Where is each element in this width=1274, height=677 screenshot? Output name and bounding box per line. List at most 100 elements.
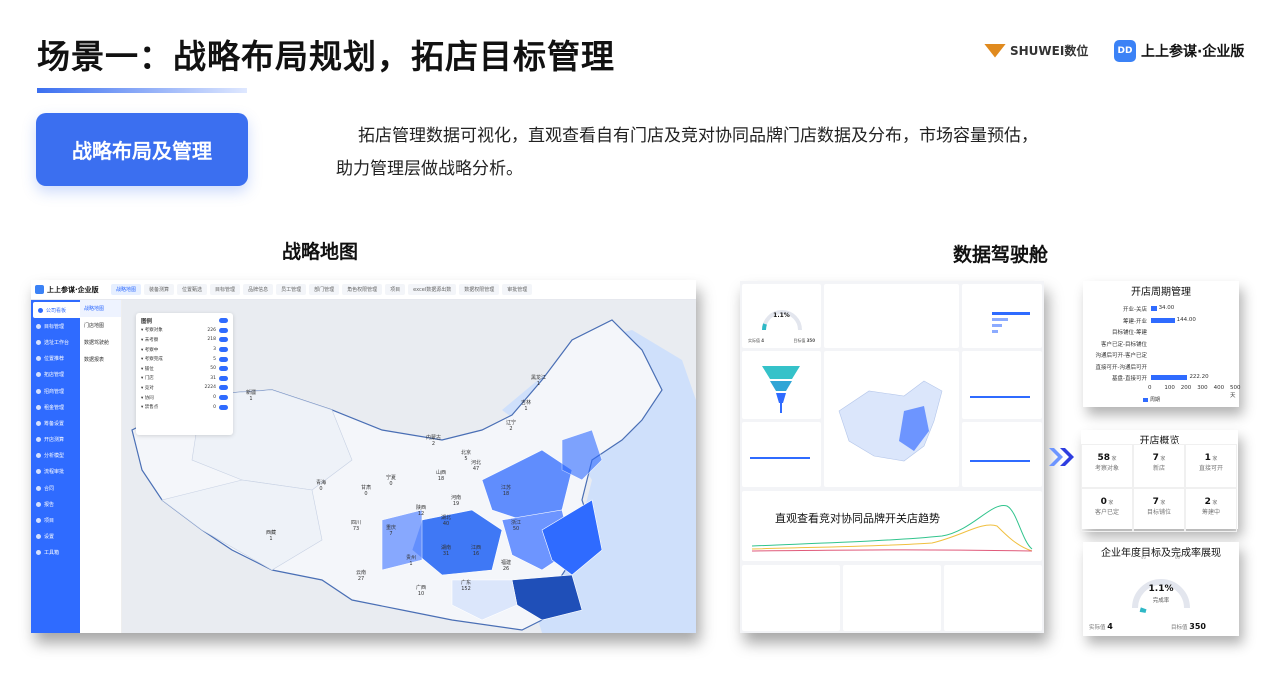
app-tab[interactable]: 部门管理 [309, 284, 340, 295]
province-label: 辽宁 2 [506, 420, 516, 432]
legend-toggle[interactable] [219, 347, 228, 353]
province-value: 50 [512, 526, 520, 532]
line-card-2 [742, 422, 821, 487]
app-tab[interactable]: 审批管理 [502, 284, 533, 295]
sidebar-item[interactable]: 合同 [31, 480, 80, 496]
legend-row: ▾ 考察中 3 [141, 345, 228, 355]
legend-row: ▾ 协同 0 [141, 393, 228, 403]
sidebar-item-icon [36, 356, 41, 362]
province-label: 吉林 1 [521, 400, 531, 412]
funnel-chart [762, 366, 800, 413]
legend-toggle[interactable] [219, 327, 228, 333]
app-tab[interactable]: 角色权限管理 [342, 284, 383, 295]
submenu-item[interactable]: 门店地图 [80, 317, 121, 334]
sidebar-item[interactable]: 设置 [31, 529, 80, 545]
cycle-row-label: 筹建-开业 [1123, 318, 1147, 325]
sidebar-item-label: 租金管理 [44, 404, 65, 411]
app-tab[interactable]: 项目 [385, 284, 406, 295]
sidebar-item[interactable]: 分析模型 [31, 448, 80, 464]
legend-toggle[interactable] [219, 318, 228, 324]
sidebar-item-label: 拓店管理 [44, 372, 65, 379]
sidebar-item[interactable]: 筹备设置 [31, 415, 80, 431]
province-value: 0 [389, 481, 393, 487]
province-label: 江西 16 [471, 545, 481, 557]
sidebar-item-label: 设置 [44, 534, 55, 541]
submenu-item[interactable]: 战略地图 [80, 300, 121, 317]
province-label: 江苏 18 [501, 485, 511, 497]
overview-cell-unit: 家 [1158, 456, 1166, 462]
sidebar-item-icon [36, 323, 41, 329]
line-card-1 [962, 351, 1042, 419]
trend-card: 直观查看竞对协同品牌开关店趋势 [742, 491, 1042, 561]
strategy-map-window: 上上参谋·企业版 战略地图 装备测算 位置甄选 目标管理 品牌信息 员工管理 部门管理 角色权… [31, 280, 696, 633]
app-tab[interactable]: 数据权限管理 [459, 284, 500, 295]
dash-map-card [824, 351, 959, 487]
cycle-axis-tick: 400 [1213, 385, 1225, 391]
sidebar-item[interactable]: 报告 [31, 496, 80, 512]
cycle-row-label: 直接可开-沟通后可开 [1095, 364, 1148, 371]
app-tab[interactable]: 员工管理 [276, 284, 307, 295]
legend-toggle[interactable] [219, 337, 228, 343]
overview-cell: 1 家直接可开 [1185, 444, 1237, 488]
province-value: 1 [524, 406, 528, 412]
sidebar-item-icon [38, 307, 43, 313]
legend-label: ▾ 铺位 [141, 366, 154, 372]
submenu-item[interactable]: 数据报表 [80, 351, 121, 368]
store-cycle-legend: 周期 [1143, 396, 1160, 403]
legend-toggle[interactable] [219, 366, 228, 372]
cycle-row-label: 沟通后可开-客户已定 [1095, 353, 1148, 359]
province-value: 5 [464, 456, 468, 462]
province-value: 12 [417, 511, 425, 517]
sidebar-item[interactable]: 租金管理 [31, 399, 80, 415]
sidebar-item-label: 选址工作台 [44, 339, 70, 346]
app-tab[interactable]: 品牌信息 [243, 284, 274, 295]
sidebar-item[interactable]: 工具箱 [31, 545, 80, 561]
province-label: 黑龙江 1 [531, 375, 546, 387]
sidebar-item[interactable]: 开店测算 [31, 432, 80, 448]
province-value: 0 [319, 486, 323, 492]
legend-toggle[interactable] [219, 375, 228, 381]
sidebar-item[interactable]: 流程审批 [31, 464, 80, 480]
legend-row: ▾ 考察对象 226 [141, 326, 228, 336]
province-label: 广西 10 [416, 585, 426, 597]
province-value: 18 [437, 476, 445, 482]
sidebar-item[interactable]: 目标管理 [31, 318, 80, 334]
overview-cell-label: 直接可开 [1198, 465, 1223, 472]
legend-row: ▾ 门店 31 [141, 374, 228, 384]
overview-cell-label: 目标铺位 [1146, 509, 1171, 516]
app-tab[interactable]: 目标管理 [210, 284, 241, 295]
legend-row: ▾ 竞对 2224 [141, 383, 228, 393]
legend-toggle[interactable] [219, 395, 228, 401]
app-tab[interactable]: excel数据源出数 [408, 284, 457, 295]
annual-goal-card: 企业年度目标及完成率展现 40 60 1.1% 完成率 实际值 4 目标值 35… [1083, 542, 1239, 636]
legend-value: 31 [210, 375, 216, 381]
legend-toggle[interactable] [219, 356, 228, 362]
app-tab[interactable]: 位置甄选 [177, 284, 208, 295]
sidebar-item[interactable]: 项目 [31, 512, 80, 528]
app-tab[interactable]: 装备测算 [144, 284, 175, 295]
bar-list-chart [992, 312, 1030, 333]
cycle-bar-value: 144.00 [1176, 316, 1196, 323]
sidebar-item-icon [36, 404, 41, 410]
sidebar-item-icon [36, 469, 41, 475]
legend-toggle[interactable] [219, 404, 228, 410]
province-label: 山西 18 [436, 470, 446, 482]
submenu-item[interactable]: 数据驾驶舱 [80, 334, 121, 351]
sidebar-item[interactable]: 拓店管理 [31, 367, 80, 383]
province-label: 河南 19 [451, 495, 461, 507]
sidebar-item-label: 筹备设置 [44, 420, 65, 427]
sidebar-item[interactable]: 选址工作台 [31, 334, 80, 350]
line-card-3 [962, 422, 1042, 487]
section-badge: 战略布局及管理 [36, 113, 248, 186]
app-tab[interactable]: 战略地图 [111, 284, 142, 295]
sidebar-item[interactable]: 公司看板 [33, 302, 80, 319]
province-value: 16 [472, 551, 480, 557]
sidebar-item[interactable]: 招商管理 [31, 383, 80, 399]
sidebar-item[interactable]: 位置推荐 [31, 351, 80, 367]
legend-label: ▾ 考察中 [141, 347, 159, 353]
legend-toggle[interactable] [219, 385, 228, 391]
province-label: 重庆 7 [386, 525, 396, 537]
province-label: 新疆 1 [246, 390, 256, 402]
sidebar-item-label: 流程审批 [44, 469, 65, 476]
sidebar-item-label: 合同 [44, 485, 55, 492]
